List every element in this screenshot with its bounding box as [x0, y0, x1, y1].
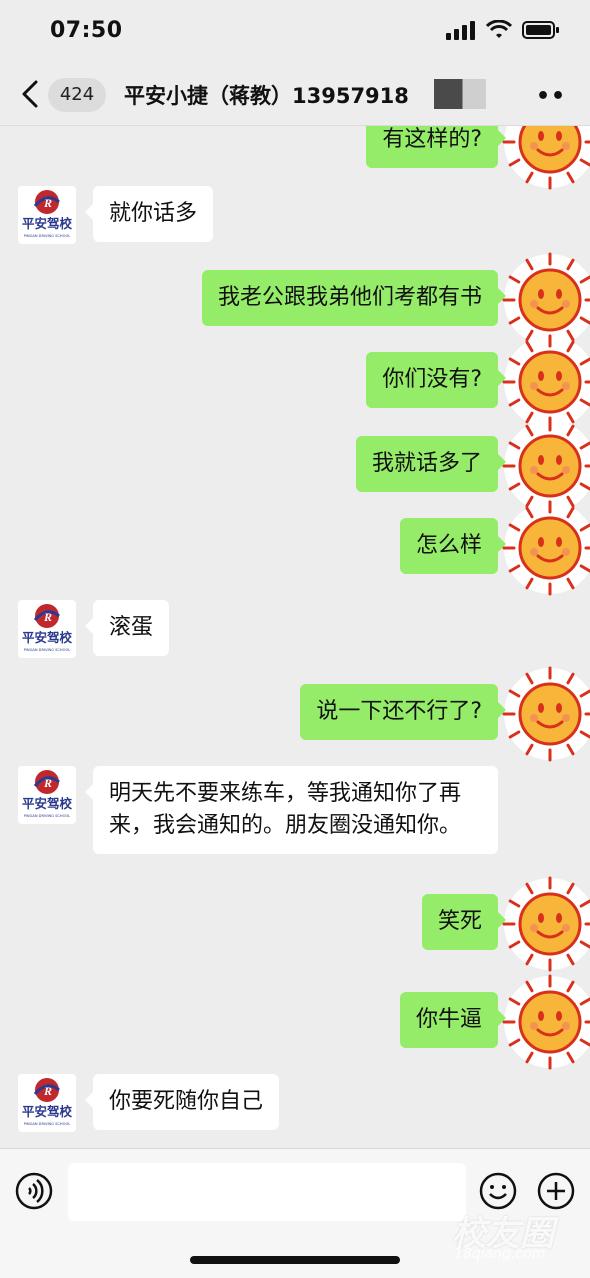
status-bar: 07:50: [0, 0, 590, 62]
svg-text:R: R: [43, 1084, 52, 1098]
chat-title: 平安小捷（蒋教）13957918: [124, 80, 409, 110]
my-avatar[interactable]: [500, 126, 590, 192]
outgoing-message[interactable]: 你牛逼: [399, 992, 507, 1048]
redaction-block: [434, 79, 486, 109]
signal-icon: [446, 21, 475, 40]
outgoing-message[interactable]: 你们没有?: [366, 352, 506, 408]
wifi-icon: [486, 20, 512, 38]
svg-text:PINGAN DRIVING SCHOOL: PINGAN DRIVING SCHOOL: [24, 648, 71, 652]
svg-text:PINGAN DRIVING SCHOOL: PINGAN DRIVING SCHOOL: [24, 234, 71, 238]
unread-count-badge[interactable]: 424: [48, 78, 106, 112]
outgoing-message[interactable]: 我老公跟我弟他们考都有书: [201, 270, 507, 326]
driving-school-logo-icon: R 平安驾校 PINGAN DRIVING SCHOOL: [22, 604, 73, 652]
back-icon[interactable]: [16, 76, 46, 112]
sun-avatar-icon: [502, 876, 590, 972]
my-avatar[interactable]: [500, 972, 590, 1072]
contact-avatar[interactable]: R 平安驾校 PINGAN DRIVING SCHOOL: [18, 186, 76, 244]
svg-text:平安驾校: 平安驾校: [22, 1104, 73, 1119]
status-time: 07:50: [50, 18, 123, 43]
contact-avatar[interactable]: R 平安驾校 PINGAN DRIVING SCHOOL: [18, 1074, 76, 1132]
message-input[interactable]: [68, 1163, 466, 1221]
svg-text:PINGAN DRIVING SCHOOL: PINGAN DRIVING SCHOOL: [24, 814, 71, 818]
battery-icon: [522, 21, 559, 39]
driving-school-logo-icon: R 平安驾校 PINGAN DRIVING SCHOOL: [22, 190, 73, 238]
contact-avatar[interactable]: R 平安驾校 PINGAN DRIVING SCHOOL: [18, 600, 76, 658]
svg-text:R: R: [43, 776, 52, 790]
my-avatar[interactable]: [500, 498, 590, 598]
contact-avatar[interactable]: R 平安驾校 PINGAN DRIVING SCHOOL: [18, 766, 76, 824]
my-avatar[interactable]: [500, 874, 590, 974]
outgoing-message[interactable]: 说一下还不行了?: [300, 684, 506, 740]
incoming-message[interactable]: 滚蛋: [84, 600, 170, 656]
svg-text:平安驾校: 平安驾校: [22, 796, 73, 811]
sun-avatar-icon: [502, 666, 590, 762]
watermark-url: 18qiang.com: [454, 1246, 546, 1262]
sun-avatar-icon: [502, 974, 590, 1070]
outgoing-message[interactable]: 有这样的?: [366, 126, 506, 168]
status-icons: [446, 20, 560, 40]
outgoing-message[interactable]: 我就话多了: [355, 436, 507, 492]
incoming-message[interactable]: 你要死随你自己: [84, 1074, 280, 1130]
emoji-icon[interactable]: [478, 1171, 518, 1211]
voice-input-icon[interactable]: [14, 1171, 54, 1211]
more-options-icon[interactable]: ••: [536, 84, 566, 109]
svg-text:平安驾校: 平安驾校: [22, 216, 73, 231]
chat-header: 424 平安小捷（蒋教）13957918 ••: [0, 62, 590, 126]
driving-school-logo-icon: R 平安驾校 PINGAN DRIVING SCHOOL: [22, 770, 73, 818]
plus-icon[interactable]: [536, 1171, 576, 1211]
outgoing-message[interactable]: 笑死: [421, 894, 507, 950]
incoming-message[interactable]: 就你话多: [84, 186, 214, 242]
message-list[interactable]: 有这样的? R 平安驾校 PINGAN DRIVING SCHOOL 就你话多我老公跟我…: [0, 126, 590, 1148]
incoming-message[interactable]: 明天先不要来练车，等我通知你了再来，我会通知的。朋友圈没通知你。: [85, 766, 498, 854]
my-avatar[interactable]: [500, 664, 590, 764]
sun-avatar-icon: [502, 126, 590, 190]
driving-school-logo-icon: R 平安驾校 PINGAN DRIVING SCHOOL: [22, 1078, 73, 1126]
chat-title-text: 平安小捷（蒋教）1395791: [124, 84, 395, 108]
outgoing-message[interactable]: 怎么样: [399, 518, 507, 574]
svg-text:R: R: [43, 610, 52, 624]
home-indicator: [190, 1256, 400, 1264]
svg-text:平安驾校: 平安驾校: [22, 630, 73, 645]
svg-text:PINGAN DRIVING SCHOOL: PINGAN DRIVING SCHOOL: [24, 1122, 71, 1126]
chat-title-tail: 8: [394, 84, 409, 108]
svg-text:R: R: [43, 196, 52, 210]
sun-avatar-icon: [502, 500, 590, 596]
